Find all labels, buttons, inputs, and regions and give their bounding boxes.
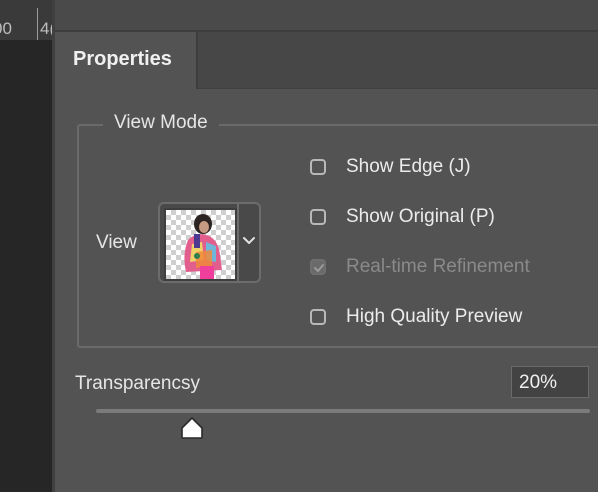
ruler-label: 00 bbox=[0, 19, 12, 38]
show-original-checkbox[interactable] bbox=[310, 209, 326, 225]
show-original-label[interactable]: Show Original (P) bbox=[346, 206, 495, 228]
view-thumbnail[interactable] bbox=[164, 208, 237, 281]
transparency-label: Transparencsy bbox=[75, 373, 200, 394]
view-mode-title: View Mode bbox=[103, 112, 219, 134]
view-mode-dropdown[interactable] bbox=[158, 202, 261, 283]
high-quality-preview-label[interactable]: High Quality Preview bbox=[346, 306, 522, 328]
properties-panel: Properties View Mode View Show Edge (J) … bbox=[55, 0, 598, 492]
tab-properties[interactable]: Properties bbox=[55, 32, 198, 89]
ruler-tick bbox=[37, 8, 38, 40]
panel-tabbar: Properties bbox=[55, 32, 598, 89]
transparency-input[interactable]: 20% bbox=[511, 366, 589, 398]
show-edge-checkbox[interactable] bbox=[310, 159, 326, 175]
high-quality-preview-checkbox[interactable] bbox=[310, 309, 326, 325]
checkmark-icon bbox=[314, 264, 324, 272]
slider-thumb-icon[interactable] bbox=[179, 416, 205, 440]
show-edge-label[interactable]: Show Edge (J) bbox=[346, 156, 471, 178]
view-label: View bbox=[96, 232, 137, 253]
horizontal-ruler: 00 4( bbox=[0, 0, 52, 40]
tab-properties-label: Properties bbox=[73, 48, 172, 70]
panel-header-strip bbox=[55, 0, 598, 32]
realtime-refinement-checkbox bbox=[310, 259, 326, 275]
chevron-down-icon[interactable] bbox=[241, 234, 257, 248]
realtime-refinement-label: Real-time Refinement bbox=[346, 256, 530, 277]
transparency-slider-track[interactable] bbox=[96, 409, 590, 413]
dropdown-separator bbox=[237, 204, 239, 281]
canvas-area bbox=[0, 0, 52, 492]
figure-image bbox=[184, 214, 222, 279]
ruler-label: 4( bbox=[40, 19, 52, 38]
